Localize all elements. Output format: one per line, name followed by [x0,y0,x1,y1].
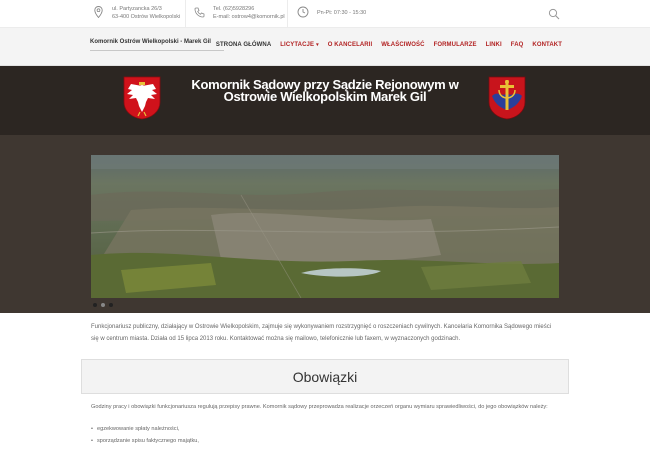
list-item: egzekwowanie spłaty należności, [91,423,199,435]
divider [185,0,186,28]
top-info-bar: ul. Partyzancka 26/3 63-400 Ostrów Wielk… [0,0,650,28]
office-hours: Pn-Pt: 07:30 - 15:30 [317,10,367,16]
hero-title: Komornik Sądowy przy Sądzie Rejonowym w … [190,78,460,104]
slider-pagination [93,303,113,307]
nav-item-jurisdiction[interactable]: WŁAŚCIWOŚĆ [381,42,424,48]
nav-item-faq[interactable]: FAQ [511,42,524,48]
address-block: ul. Partyzancka 26/3 63-400 Ostrów Wielk… [92,5,180,21]
nav-item-home[interactable]: STRONA GŁÓWNA [216,42,271,48]
clock-icon [297,5,309,19]
slider-dot-active[interactable] [101,303,105,307]
main-navbar: Komornik Ostrów Wielkopolski - Marek Gil… [0,28,650,66]
divider [287,0,288,28]
contact-block: Tel. (62)5928296 E-mail: ostrow4@komorni… [193,5,285,21]
list-item: sporządzanie spisu faktycznego majątku, [91,435,199,447]
site-brand[interactable]: Komornik Ostrów Wielkopolski - Marek Gil [90,39,211,45]
map-pin-icon [92,5,104,19]
address-line-1: ul. Partyzancka 26/3 [112,6,162,12]
search-icon[interactable] [548,7,560,20]
phone-icon [193,5,205,19]
duties-list: egzekwowanie spłaty należności, sporządz… [91,423,199,447]
phone-number[interactable]: Tel. (62)5928296 [213,5,285,13]
aerial-city-photo [91,155,559,298]
hours-block: Pn-Pt: 07:30 - 15:30 [297,5,366,19]
brand-underline [90,50,224,51]
hero-title-line-2: Ostrowie Wielkopolskim Marek Gil [223,89,427,104]
nav-item-about[interactable]: O KANCELARII [328,42,373,48]
nav-item-auctions[interactable]: LICYTACJE ▾ [280,42,318,48]
section-heading: Obowiązki [292,369,358,385]
address-line-2: 63-400 Ostrów Wielkopolski [112,14,181,20]
section-paragraph: Godziny pracy i obowiązki funkcjonariusz… [91,404,548,410]
slider-dot[interactable] [93,303,97,307]
section-heading-box: Obowiązki [81,359,569,394]
chevron-down-icon: ▾ [316,42,319,48]
nav-item-links[interactable]: LINKI [486,42,502,48]
nav-item-contact[interactable]: KONTAKT [532,42,562,48]
nav-item-auctions-label: LICYTACJE [280,42,315,48]
main-menu: STRONA GŁÓWNA LICYTACJE ▾ O KANCELARII WŁ… [216,42,562,48]
hero-header: Komornik Sądowy przy Sądzie Rejonowym w … [0,66,650,135]
polish-eagle-emblem [123,76,161,120]
slider-dot[interactable] [109,303,113,307]
nav-item-forms[interactable]: FORMULARZE [434,42,477,48]
city-coat-of-arms [488,76,526,120]
email-address[interactable]: E-mail: ostrow4@komornik.pl [213,13,285,21]
intro-paragraph: Funkcjonariusz publiczny, działający w O… [91,324,552,342]
